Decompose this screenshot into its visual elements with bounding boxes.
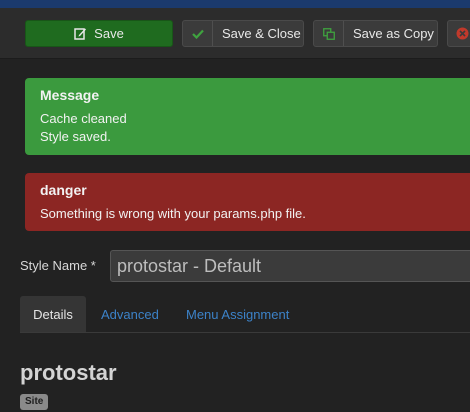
- tab-advanced[interactable]: Advanced: [101, 296, 159, 332]
- top-header-strip: [0, 0, 470, 8]
- danger-message-heading: danger: [40, 182, 87, 198]
- edit-icon: [74, 27, 87, 40]
- template-name-heading: protostar: [20, 360, 117, 385]
- danger-message-line: Something is wrong with your params.php …: [40, 206, 306, 221]
- success-message: Message Cache cleaned Style saved.: [25, 78, 470, 155]
- style-name-input[interactable]: [110, 250, 470, 282]
- success-message-line: Cache cleaned: [40, 111, 127, 126]
- success-message-heading: Message: [40, 87, 100, 103]
- cancel-button[interactable]: [447, 20, 470, 47]
- save-as-copy-label: Save as Copy: [353, 26, 434, 41]
- danger-message: danger Something is wrong with your para…: [25, 173, 470, 231]
- style-name-label: Style Name *: [20, 258, 96, 273]
- save-button[interactable]: Save: [25, 20, 173, 47]
- success-message-line: Style saved.: [40, 129, 111, 144]
- tab-details[interactable]: Details: [20, 296, 86, 332]
- site-badge: Site: [20, 394, 49, 410]
- save-as-copy-button[interactable]: Save as Copy: [313, 20, 438, 47]
- save-button-label: Save: [94, 26, 124, 41]
- check-icon: [183, 21, 213, 46]
- tab-bar: Details Advanced Menu Assignment: [20, 296, 470, 333]
- tab-menu-assignment[interactable]: Menu Assignment: [186, 296, 289, 332]
- save-and-close-button[interactable]: Save & Close: [182, 20, 304, 47]
- cancel-icon: [448, 21, 470, 46]
- toolbar: Save Save & Close Save as Copy: [0, 8, 470, 59]
- save-and-close-label: Save & Close: [222, 26, 301, 41]
- copy-icon: [314, 21, 344, 46]
